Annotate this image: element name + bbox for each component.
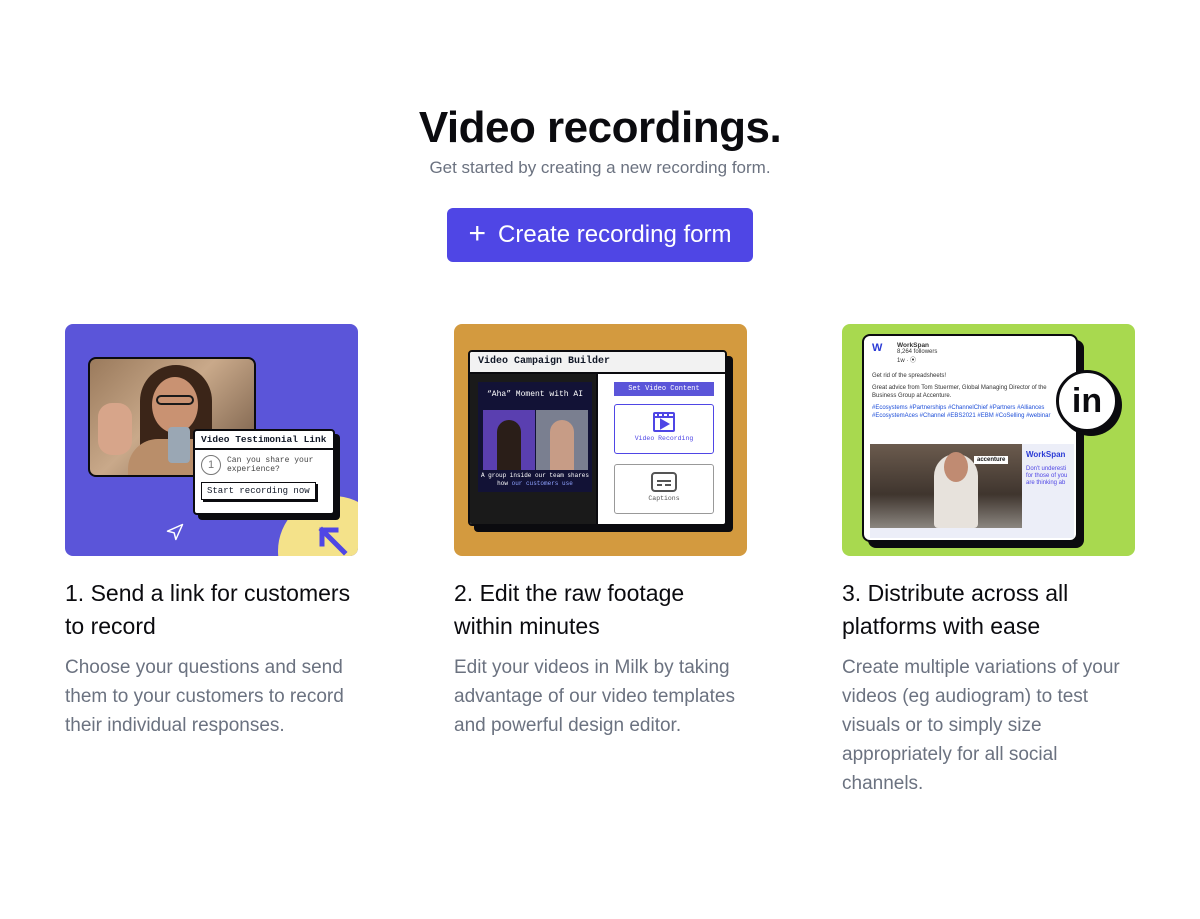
accenture-tag: accenture xyxy=(974,456,1009,464)
card-description: Create multiple variations of your video… xyxy=(842,657,1120,794)
side-text: Don't underesti for those of you are thi… xyxy=(1026,466,1068,486)
captions-label: Captions xyxy=(648,495,680,502)
page-subtitle: Get started by creating a new recording … xyxy=(429,158,771,177)
distribute-illustration: W WorkSpan 8,264 followers 1w · ⦿ Get ri… xyxy=(842,324,1135,556)
arrow-up-left-icon xyxy=(318,526,348,556)
captions-icon xyxy=(651,472,677,492)
create-recording-form-button[interactable]: + Create recording form xyxy=(447,208,753,262)
edit-footage-illustration: Video Campaign Builder “Aha” Moment with… xyxy=(454,324,747,556)
post-video: accenture WorkSpan Don't underesti for t… xyxy=(870,444,1074,538)
video-recording-icon xyxy=(653,412,675,432)
captions-option: Captions xyxy=(614,464,714,514)
feature-card-distribute: W WorkSpan 8,264 followers 1w · ⦿ Get ri… xyxy=(842,324,1136,798)
workspan-logo: W xyxy=(872,342,883,354)
video-preview: “Aha” Moment with AI A group inside our … xyxy=(478,382,592,492)
testimonial-link-popup: Video Testimonial Link 1 Can you share y… xyxy=(193,429,335,515)
plus-icon: + xyxy=(468,216,487,250)
post-headline: Get rid of the spreadsheets! xyxy=(872,373,947,379)
card-title: 2. Edit the raw footage within minutes xyxy=(454,580,685,639)
create-recording-form-label: Create recording form xyxy=(498,221,732,248)
video-caption-highlight: our customers use xyxy=(511,480,573,487)
campaign-builder-window: Video Campaign Builder “Aha” Moment with… xyxy=(468,350,727,526)
feature-card-send-link: Video Testimonial Link 1 Can you share y… xyxy=(65,324,359,740)
question-number: 1 xyxy=(201,455,221,475)
page-title: Video recordings. xyxy=(418,103,782,152)
video-recording-option: Video Recording xyxy=(614,404,714,454)
card-description: Choose your questions and send them to y… xyxy=(65,657,344,736)
card-title: 3. Distribute across all platforms with … xyxy=(842,580,1069,639)
send-link-illustration: Video Testimonial Link 1 Can you share y… xyxy=(65,324,358,556)
question-text: Can you share your experience? xyxy=(227,456,314,474)
card-title: 1. Send a link for customers to record xyxy=(65,580,351,639)
post-hashtags: #Ecosystems #Partnerships #ChannelChief … xyxy=(872,405,1051,419)
video-recording-label: Video Recording xyxy=(634,435,694,442)
post-body: Great advice from Tom Stuermer, Global M… xyxy=(872,385,1047,399)
set-video-content-button: Set Video Content xyxy=(614,382,714,396)
linkedin-icon: in xyxy=(1056,370,1118,432)
brand-mark: WorkSpan xyxy=(1026,450,1066,459)
builder-title: Video Campaign Builder xyxy=(470,352,725,374)
send-icon xyxy=(166,523,184,541)
company-name: WorkSpan xyxy=(897,342,930,349)
start-recording-button: Start recording now xyxy=(201,482,316,500)
popup-title: Video Testimonial Link xyxy=(195,431,333,450)
post-time: 1w · ⦿ xyxy=(897,358,917,364)
feature-card-edit-footage: Video Campaign Builder “Aha” Moment with… xyxy=(454,324,748,740)
video-title: “Aha” Moment with AI xyxy=(486,390,583,399)
social-post-preview: W WorkSpan 8,264 followers 1w · ⦿ Get ri… xyxy=(862,334,1078,542)
card-description: Edit your videos in Milk by taking advan… xyxy=(454,657,735,736)
